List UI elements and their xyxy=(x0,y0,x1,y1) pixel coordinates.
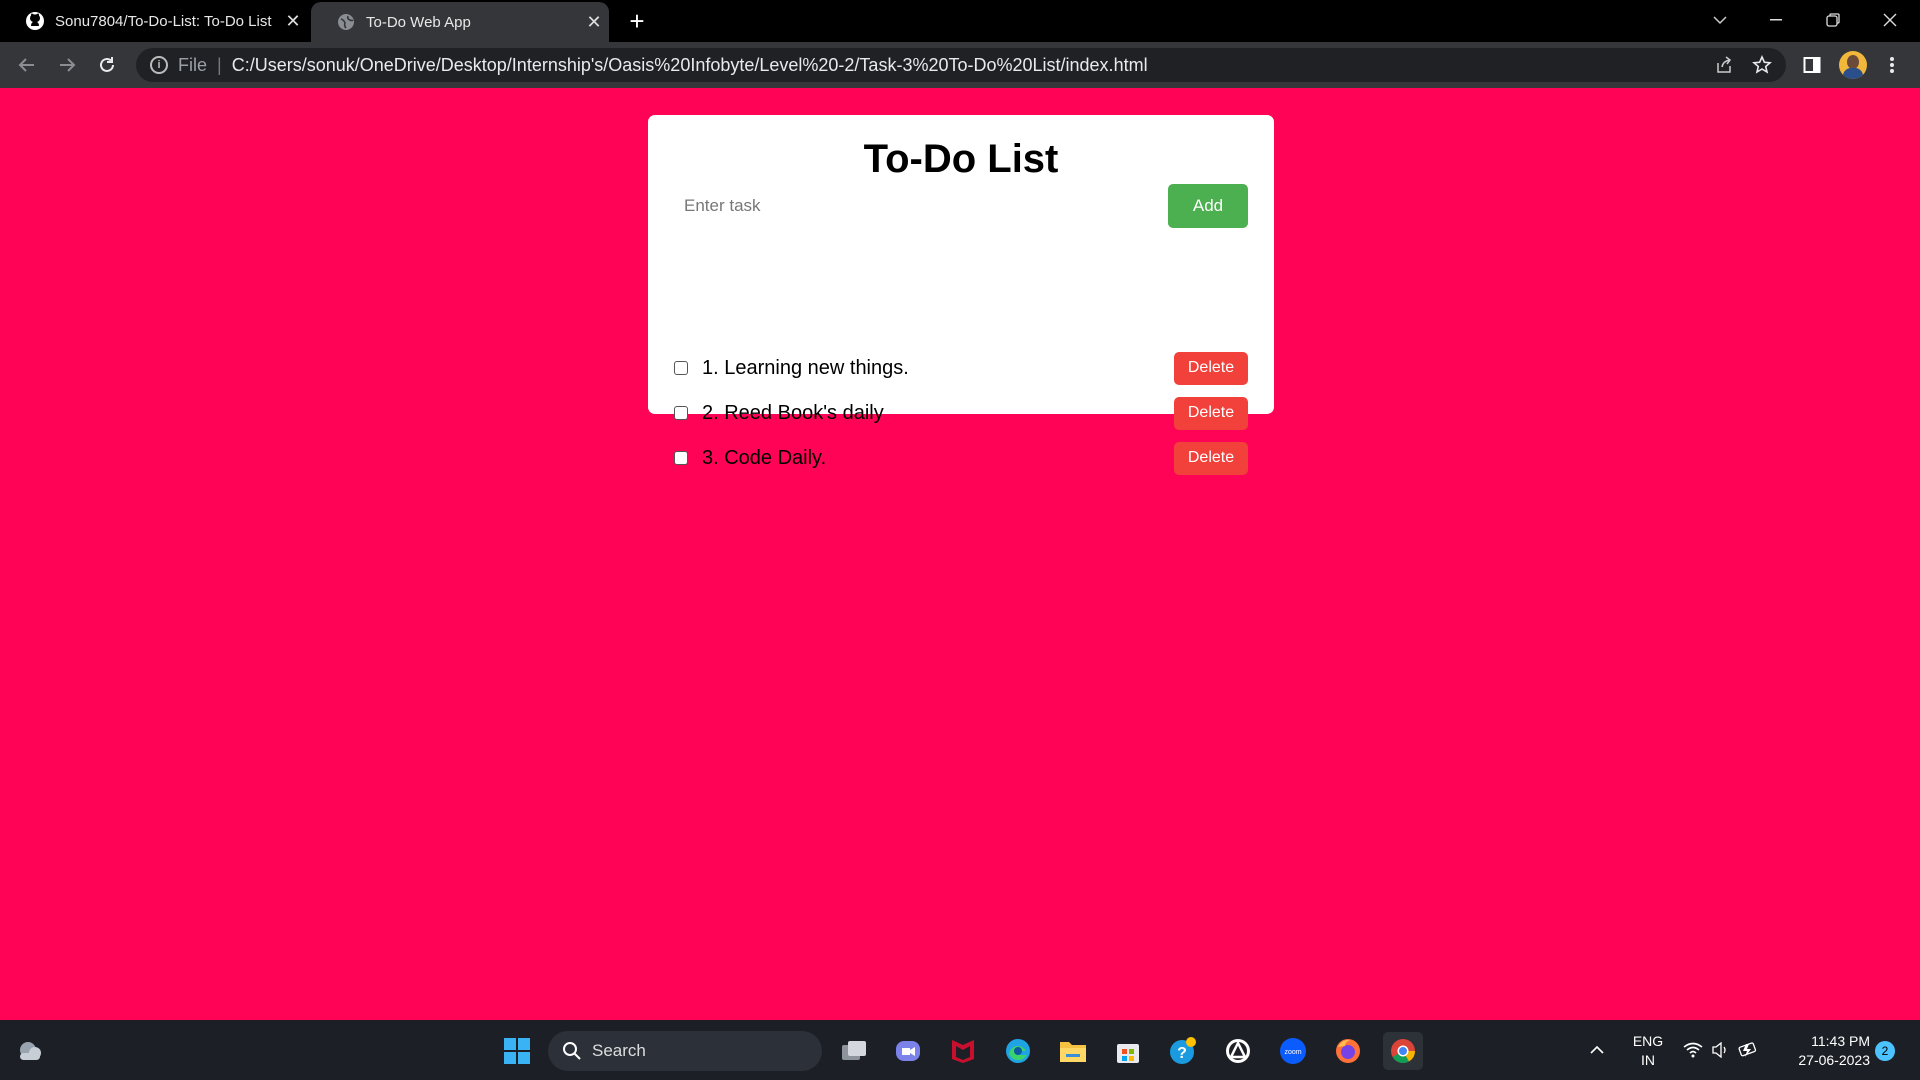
teams-chat-icon[interactable] xyxy=(888,1032,928,1070)
system-clock[interactable]: 11:43 PM 27-06-2023 xyxy=(1770,1032,1870,1070)
volume-icon[interactable] xyxy=(1708,1020,1732,1080)
firefox-icon[interactable] xyxy=(1328,1032,1368,1070)
search-icon xyxy=(562,1041,582,1061)
menu-kebab-icon[interactable] xyxy=(1878,51,1906,79)
get-help-icon[interactable]: ? xyxy=(1163,1032,1203,1070)
side-panel-icon[interactable] xyxy=(1798,51,1826,79)
task-item: 3. Code Daily. Delete xyxy=(674,441,1248,475)
chrome-icon[interactable] xyxy=(1383,1032,1423,1070)
close-icon[interactable]: ✕ xyxy=(579,12,609,33)
url-text[interactable]: C:/Users/sonuk/OneDrive/Desktop/Internsh… xyxy=(232,55,1148,76)
show-hidden-icons-chevron-icon[interactable] xyxy=(1585,1020,1609,1080)
svg-text:?: ? xyxy=(1177,1045,1187,1062)
region-code: IN xyxy=(1641,1052,1655,1068)
tab-github[interactable]: Sonu7804/To-Do-List: To-Do List ✕ xyxy=(0,0,308,42)
scheme-label: File xyxy=(178,54,208,75)
bookmark-star-icon[interactable] xyxy=(1748,51,1776,79)
zoom-icon[interactable]: zoom xyxy=(1273,1032,1313,1070)
browser-tab-strip: Sonu7804/To-Do-List: To-Do List ✕ To-Do … xyxy=(0,0,1920,42)
close-icon[interactable]: ✕ xyxy=(278,11,308,32)
task-text: 1. Learning new things. xyxy=(702,356,909,379)
file-explorer-icon[interactable] xyxy=(1053,1032,1093,1070)
tab-title: To-Do Web App xyxy=(366,13,471,31)
page-title: To-Do List xyxy=(863,137,1059,181)
reload-icon[interactable] xyxy=(93,51,121,79)
clock-time: 11:43 PM xyxy=(1811,1033,1870,1049)
notification-badge[interactable]: 2 xyxy=(1875,1041,1895,1061)
edge-browser-icon[interactable] xyxy=(998,1032,1038,1070)
language-indicator[interactable]: ENG IN xyxy=(1628,1032,1668,1070)
back-arrow-icon[interactable] xyxy=(13,51,41,79)
windows-taskbar: Search ? zoom ENG IN 11:43 PM 27-06-2023… xyxy=(0,1020,1920,1080)
tab-search-chevron-icon[interactable] xyxy=(1692,0,1748,40)
new-tab-button[interactable]: + xyxy=(622,6,652,36)
github-icon xyxy=(25,11,45,31)
task-checkbox[interactable] xyxy=(674,406,688,420)
globe-icon xyxy=(336,12,356,32)
microsoft-store-icon[interactable] xyxy=(1108,1032,1148,1070)
wifi-icon[interactable] xyxy=(1680,1020,1706,1080)
forward-arrow-icon[interactable] xyxy=(53,51,81,79)
task-item: 2. Reed Book's daily Delete xyxy=(674,396,1248,430)
address-bar[interactable]: i File | C:/Users/sonuk/OneDrive/Desktop… xyxy=(136,48,1786,82)
clock-date: 27-06-2023 xyxy=(1798,1052,1870,1068)
task-text: 2. Reed Book's daily xyxy=(702,401,884,424)
window-close-icon[interactable] xyxy=(1862,0,1918,40)
tab-title: Sonu7804/To-Do-List: To-Do List xyxy=(55,12,272,30)
task-text: 3. Code Daily. xyxy=(702,446,827,469)
separator: | xyxy=(217,54,222,75)
taskbar-search-box[interactable]: Search xyxy=(548,1031,822,1071)
delete-button[interactable]: Delete xyxy=(1174,351,1248,385)
weather-cloud-icon[interactable] xyxy=(14,1038,44,1064)
todo-card: To-Do List Add 1. Learning new things. D… xyxy=(648,115,1274,475)
info-icon[interactable]: i xyxy=(150,56,168,74)
search-label: Search xyxy=(592,1041,646,1060)
mcafee-icon[interactable] xyxy=(943,1032,983,1070)
restore-icon[interactable] xyxy=(1805,0,1861,40)
profile-avatar[interactable] xyxy=(1839,51,1867,79)
delete-button[interactable]: Delete xyxy=(1174,396,1248,430)
share-icon[interactable] xyxy=(1710,51,1738,79)
battery-charging-icon[interactable] xyxy=(1735,1020,1761,1080)
task-item: 1. Learning new things. Delete xyxy=(674,351,1248,385)
task-checkbox[interactable] xyxy=(674,451,688,465)
svg-text:zoom: zoom xyxy=(1284,1049,1301,1056)
app-icon[interactable] xyxy=(1218,1032,1258,1070)
task-input[interactable] xyxy=(674,185,1154,227)
minimize-icon[interactable] xyxy=(1748,0,1804,40)
delete-button[interactable]: Delete xyxy=(1174,441,1248,475)
browser-toolbar: i File | C:/Users/sonuk/OneDrive/Desktop… xyxy=(0,42,1920,88)
task-checkbox[interactable] xyxy=(674,361,688,375)
add-task-button[interactable]: Add xyxy=(1168,184,1248,228)
windows-start-icon[interactable] xyxy=(497,1032,537,1070)
language-code: ENG xyxy=(1632,1033,1664,1049)
task-view-icon[interactable] xyxy=(834,1032,874,1070)
tab-todo-web-app[interactable]: To-Do Web App ✕ xyxy=(311,2,609,42)
